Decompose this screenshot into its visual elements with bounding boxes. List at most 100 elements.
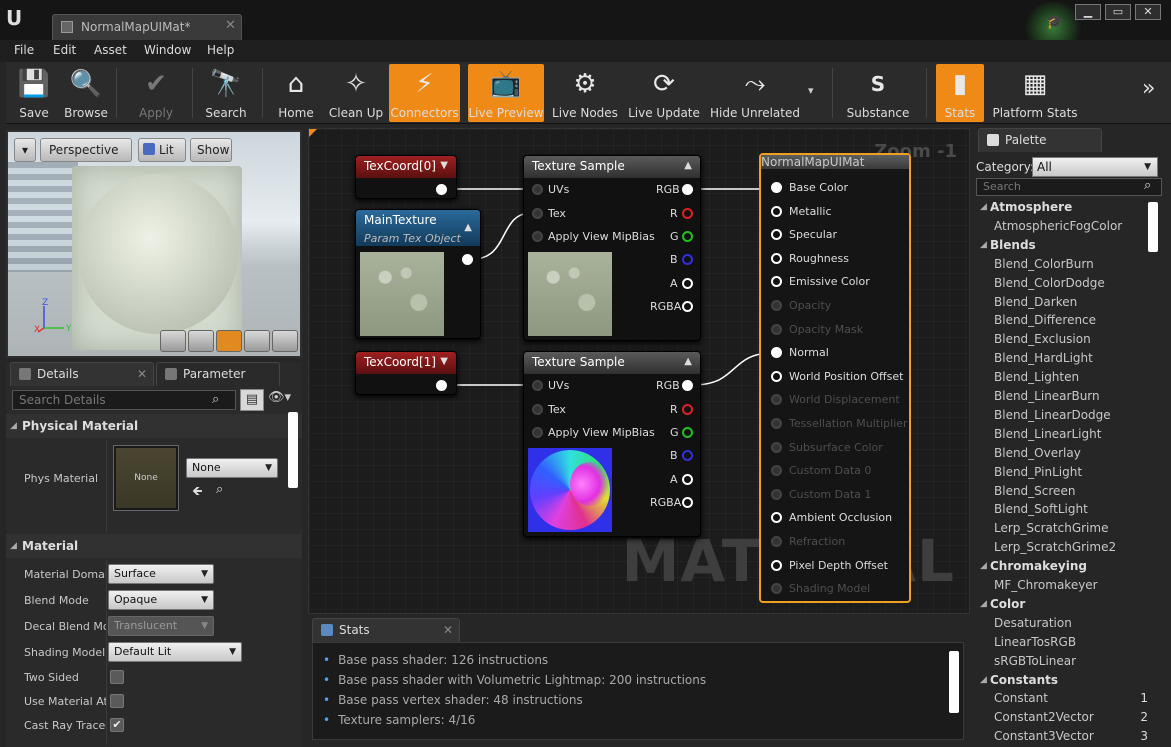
palette-item[interactable]: Lerp_ScratchGrime	[978, 519, 1148, 538]
tab-palette[interactable]: Palette	[978, 128, 1102, 152]
phys-material-dropdown[interactable]: None ▼	[186, 458, 278, 478]
texcoord0-node[interactable]: TexCoord[0] ▼	[355, 155, 457, 199]
shading-model-dropdown[interactable]: Default Lit ▼	[108, 642, 242, 662]
palette-category[interactable]: ◢ Atmosphere	[978, 198, 1148, 217]
palette-item[interactable]: Blend_ColorDodge	[978, 274, 1148, 293]
column-divider[interactable]	[106, 560, 107, 745]
preview-cube-button[interactable]	[244, 330, 270, 352]
tab-details[interactable]: Details ✕	[10, 362, 154, 386]
live-update-button[interactable]: ⟳ Live Update	[628, 64, 700, 122]
preview-plane-button[interactable]	[216, 330, 242, 352]
palette-item[interactable]: Blend_PinLight	[978, 463, 1148, 482]
palette-category[interactable]: ◢ Color	[978, 595, 1148, 614]
palette-item[interactable]: Blend_SoftLight	[978, 500, 1148, 519]
uvs-input-pin[interactable]	[532, 380, 543, 391]
material-input-pin[interactable]	[771, 418, 782, 429]
perspective-button[interactable]: Perspective	[40, 138, 132, 162]
palette-item[interactable]: Desaturation	[978, 614, 1148, 633]
material-input-pin[interactable]	[771, 182, 782, 193]
uvs-input-pin[interactable]	[532, 184, 543, 195]
menu-file[interactable]: File	[14, 43, 34, 57]
output-pin[interactable]	[436, 184, 447, 195]
texture-sample-node-2[interactable]: Texture Sample ▲ UVs Tex Apply View MipBi…	[523, 351, 701, 537]
details-search-input[interactable]: Search Details	[12, 390, 236, 410]
material-input-pin[interactable]	[771, 205, 782, 217]
use-selected-arrow-icon[interactable]: 🡸	[192, 482, 203, 504]
palette-item[interactable]: Blend_Lighten	[978, 368, 1148, 387]
phys-material-thumbnail[interactable]: None	[114, 446, 178, 510]
close-tab-icon[interactable]: ✕	[225, 18, 236, 33]
texcoord1-node[interactable]: TexCoord[1] ▼	[355, 351, 457, 395]
palette-search-input[interactable]: Search	[976, 178, 1162, 196]
section-physical-material[interactable]: ◢ Physical Material	[6, 414, 302, 438]
g-output-pin[interactable]	[682, 427, 693, 438]
palette-item[interactable]: LinearTosRGB	[978, 633, 1148, 652]
view-options-icon[interactable]: 👁▾	[268, 390, 291, 405]
output-pin[interactable]	[462, 254, 473, 265]
b-output-pin[interactable]	[682, 450, 693, 461]
r-output-pin[interactable]	[682, 208, 693, 219]
tab-stats[interactable]: Stats ✕	[312, 618, 460, 642]
tutorial-icon[interactable]: 🎓	[1046, 14, 1063, 30]
mipbias-input-pin[interactable]	[532, 427, 543, 438]
palette-item[interactable]: Blend_Darken	[978, 293, 1148, 312]
substance-button[interactable]: S Substance	[842, 64, 914, 122]
preview-mesh-button[interactable]	[272, 330, 298, 352]
material-domain-dropdown[interactable]: Surface ▼	[108, 564, 214, 584]
palette-category[interactable]: ◢ Constants	[978, 671, 1148, 690]
material-input-pin[interactable]	[771, 583, 782, 595]
cast-ray-traced-shadows-checkbox[interactable]: ✔	[110, 718, 124, 732]
palette-item[interactable]: sRGBToLinear	[978, 652, 1148, 671]
menu-help[interactable]: Help	[207, 43, 234, 57]
category-dropdown[interactable]: All ▼	[1032, 157, 1158, 177]
tex-input-pin[interactable]	[532, 404, 543, 415]
live-nodes-button[interactable]: ⚙ Live Nodes	[550, 64, 620, 122]
material-input-pin[interactable]	[771, 488, 782, 500]
material-input-pin[interactable]	[771, 252, 782, 264]
palette-item[interactable]: Blend_LinearLight	[978, 425, 1148, 444]
rgb-output-pin[interactable]	[682, 380, 693, 391]
material-input-pin[interactable]	[771, 512, 782, 524]
palette-item[interactable]: Blend_LinearDodge	[978, 406, 1148, 425]
palette-item[interactable]: Constant 1	[978, 689, 1148, 708]
toolbar-overflow-icon[interactable]: »	[1142, 76, 1155, 101]
palette-item[interactable]: Constant2Vector 2	[978, 708, 1148, 727]
g-output-pin[interactable]	[682, 231, 693, 242]
collapse-node-icon[interactable]: ▲	[684, 156, 692, 176]
palette-item[interactable]: Blend_HardLight	[978, 349, 1148, 368]
preview-viewport[interactable]: ▾ Perspective Lit Show Z X Y	[6, 130, 302, 358]
close-tab-icon[interactable]: ✕	[137, 363, 147, 385]
material-input-pin[interactable]	[771, 323, 782, 335]
tab-parameter-defaults[interactable]: Parameter Defaul	[156, 362, 280, 403]
material-input-pin[interactable]	[771, 347, 782, 359]
viewport-options-button[interactable]: ▾	[14, 138, 36, 162]
palette-scrollbar[interactable]	[1148, 202, 1158, 252]
apply-button[interactable]: ✔ Apply	[126, 64, 186, 122]
material-input-pin[interactable]	[771, 441, 782, 453]
unreal-logo-icon[interactable]: U	[6, 6, 30, 32]
collapse-node-icon[interactable]: ▼	[440, 156, 448, 176]
material-input-pin[interactable]	[771, 229, 782, 241]
section-material[interactable]: ◢ Material	[6, 534, 302, 558]
connectors-button[interactable]: ⚡ Connectors	[389, 64, 460, 122]
palette-item[interactable]: Blend_Exclusion	[978, 330, 1148, 349]
property-matrix-button[interactable]: ▤	[240, 389, 264, 411]
a-output-pin[interactable]	[682, 278, 693, 289]
preview-sphere-button[interactable]	[188, 330, 214, 352]
live-preview-button[interactable]: 📺 Live Preview	[468, 64, 544, 122]
r-output-pin[interactable]	[682, 404, 693, 415]
a-output-pin[interactable]	[682, 474, 693, 485]
search-icon[interactable]: ⌕	[212, 392, 219, 407]
browse-asset-icon[interactable]: ⌕	[216, 482, 223, 497]
palette-item[interactable]: Constant3Vector 3	[978, 727, 1148, 746]
details-scrollbar[interactable]	[288, 412, 298, 488]
rgb-output-pin[interactable]	[682, 184, 693, 195]
menu-asset[interactable]: Asset	[94, 43, 127, 57]
close-tab-icon[interactable]: ✕	[443, 619, 453, 641]
output-pin[interactable]	[436, 380, 447, 391]
b-output-pin[interactable]	[682, 254, 693, 265]
palette-item[interactable]: MF_Chromakeyer	[978, 576, 1148, 595]
texture-sample-node-1[interactable]: Texture Sample ▲ UVs Tex Apply View MipBi…	[523, 155, 701, 341]
palette-item[interactable]: Blend_Overlay	[978, 444, 1148, 463]
material-input-pin[interactable]	[771, 559, 782, 571]
